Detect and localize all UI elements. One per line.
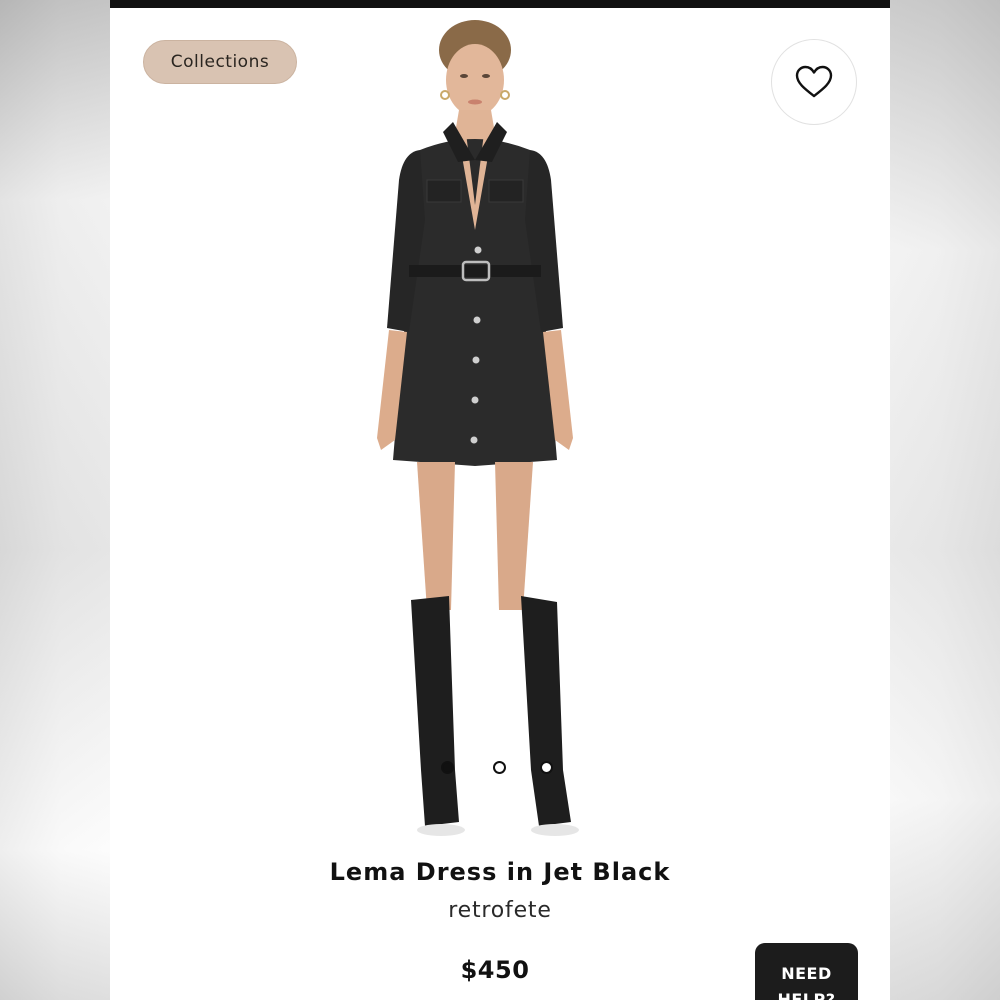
- need-help-label: NEED HELP?: [777, 964, 836, 1000]
- carousel-dot-3[interactable]: [540, 761, 553, 774]
- collections-label: Collections: [170, 52, 270, 72]
- background-blur-left: [0, 0, 110, 1000]
- heart-icon: [795, 65, 833, 98]
- carousel-dots: [441, 760, 561, 778]
- carousel-dot-2[interactable]: [493, 761, 506, 774]
- wishlist-button[interactable]: [771, 39, 857, 125]
- product-photo[interactable]: [325, 10, 625, 840]
- top-bar: [110, 0, 890, 8]
- carousel-dot-1[interactable]: [441, 761, 454, 774]
- product-name: Lema Dress in Jet Black: [329, 858, 671, 886]
- product-screen: Collections Lema Dress in Jet Black retr…: [110, 0, 890, 1000]
- product-brand[interactable]: retrofete: [110, 898, 890, 923]
- background-blur-right: [890, 0, 1000, 1000]
- need-help-button[interactable]: NEED HELP?: [755, 943, 858, 1000]
- collections-button[interactable]: Collections: [143, 40, 297, 84]
